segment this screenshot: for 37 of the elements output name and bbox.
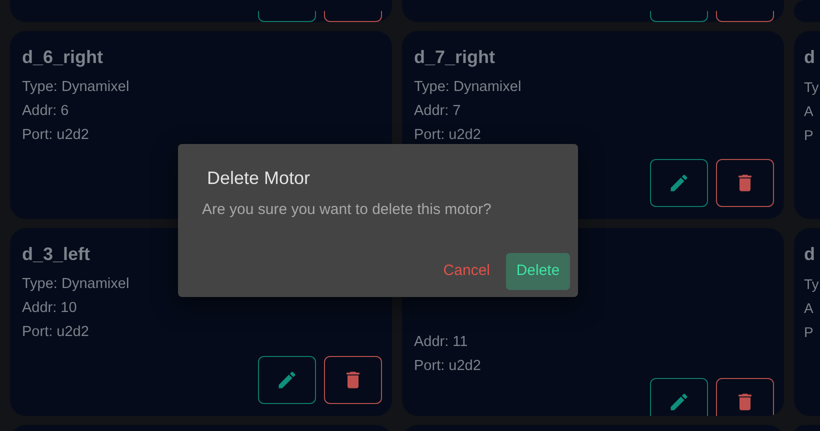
motor-name: d_7_right (414, 46, 496, 69)
delete-button[interactable] (716, 159, 774, 207)
motor-detail: P (804, 323, 814, 342)
edit-button[interactable] (650, 159, 708, 207)
delete-button[interactable]: Delete (506, 253, 570, 290)
motor-detail: P (804, 126, 814, 145)
motor-detail: Ty (804, 275, 820, 294)
motor-name: d_3_left (22, 243, 92, 266)
delete-button[interactable] (324, 11, 382, 22)
edit-button[interactable] (258, 11, 316, 22)
motor-name: d (804, 243, 816, 266)
cancel-button[interactable]: Cancel (435, 253, 498, 290)
delete-button[interactable] (716, 11, 774, 22)
motor-detail: A (804, 102, 814, 121)
motor-detail: Type: Dynamixel (22, 275, 130, 294)
motor-detail: Port: u2d2 (22, 126, 90, 145)
motor-detail: A (804, 299, 814, 318)
motor-detail: Type: Dynamixel (414, 78, 522, 97)
motor-detail: Addr: 7 (414, 102, 462, 121)
delete-button[interactable] (324, 356, 382, 404)
motor-detail: Port: u2d2 (414, 357, 482, 376)
pencil-icon (668, 391, 690, 413)
pencil-icon (276, 369, 298, 391)
motor-detail: Addr: 6 (22, 102, 70, 121)
motor-name: d_6_right (22, 46, 104, 69)
motor-detail: Addr: 10 (22, 299, 78, 318)
edit-button[interactable] (258, 356, 316, 404)
motor-detail: Ty (804, 78, 820, 97)
motor-detail: Port: u2d2 (22, 323, 90, 342)
edit-button[interactable] (650, 11, 708, 22)
motor-detail: Type: Dynamixel (22, 78, 130, 97)
motor-detail: Port: u2d2 (414, 126, 482, 145)
pencil-icon (668, 172, 690, 194)
motor-detail: Addr: 11 (414, 333, 469, 352)
dialog-title: Delete Motor (206, 167, 312, 190)
motor-name: d (804, 46, 816, 69)
dialog-message: Are you sure you want to delete this motor? (201, 200, 492, 220)
